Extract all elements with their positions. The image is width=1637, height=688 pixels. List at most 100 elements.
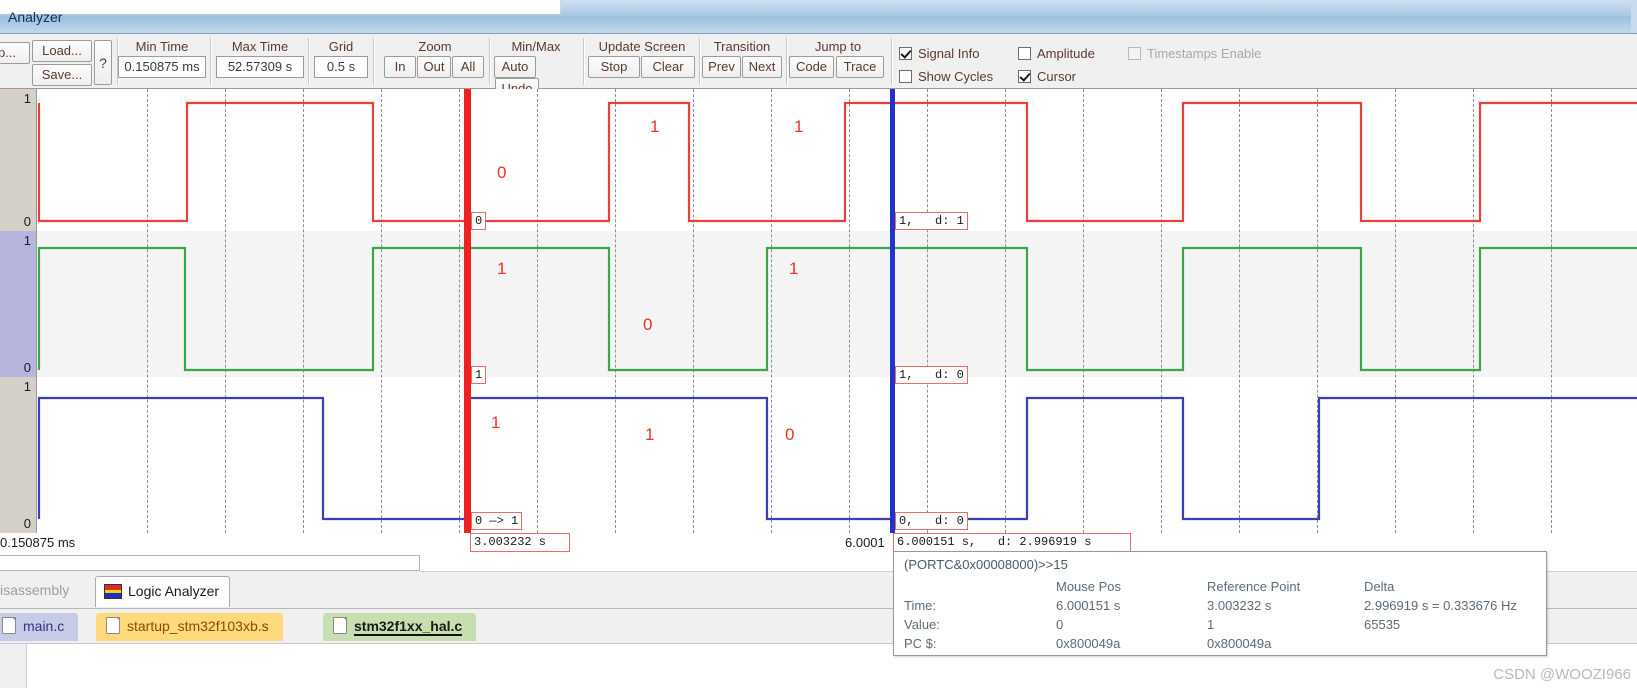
info-row-pc: PC $: 0x800049a 0x800049a <box>904 634 1538 653</box>
jump-to-group: Jump to Code Trace <box>789 38 887 78</box>
transition-prev-button[interactable]: Prev <box>702 56 741 78</box>
cursor-checkbox-box[interactable] <box>1018 70 1031 83</box>
minmax-label: Min/Max <box>511 39 561 54</box>
editor-gutter <box>0 644 27 688</box>
info-row-time-label: Time: <box>904 598 937 613</box>
annotation-red-0: 0 <box>497 163 507 182</box>
document-icon <box>106 617 120 634</box>
zoom-in-button[interactable]: In <box>384 56 416 78</box>
signal-info-checkbox[interactable]: Signal Info <box>899 46 979 61</box>
signal-info-panel: (PORTC&0x00008000)>>15 Mouse Pos Referen… <box>893 551 1547 656</box>
info-header-delta: Delta <box>1364 579 1395 594</box>
jump-to-label: Jump to <box>814 39 862 54</box>
amplitude-label: Amplitude <box>1037 46 1095 61</box>
time-axis-mouse-short-label: 6.0001 <box>845 535 885 550</box>
cursor-checkbox[interactable]: Cursor <box>1018 69 1076 84</box>
show-cycles-checkbox-box[interactable] <box>899 70 912 83</box>
axis-label-high-green: 1 <box>23 233 31 248</box>
min-time-label: Min Time <box>135 39 189 54</box>
trace-channel-blue <box>37 396 1637 521</box>
tab-logic-analyzer-label: Logic Analyzer <box>128 583 220 599</box>
file-tab-hal-c-label: stm32f1xx_hal.c <box>354 618 463 636</box>
grid-label: Grid <box>328 39 354 54</box>
info-row-value-mouse: 0 <box>1056 617 1064 632</box>
zoom-out-button[interactable]: Out <box>417 56 451 78</box>
cursor-mouse-line[interactable] <box>890 89 895 533</box>
jump-trace-button[interactable]: Trace <box>836 56 884 78</box>
amplitude-checkbox[interactable]: Amplitude <box>1018 46 1095 61</box>
tab-logic-analyzer[interactable]: Logic Analyzer <box>95 576 231 607</box>
axis-label-low-red: 0 <box>23 214 31 229</box>
lane-gutter-blue[interactable]: 1 0 <box>0 377 37 533</box>
update-screen-group: Update Screen Stop Clear <box>588 38 696 78</box>
save-button[interactable]: Save... <box>32 64 92 86</box>
info-row-time: Time: 6.000151 s 3.003232 s 2.996919 s =… <box>904 596 1538 615</box>
analyzer-toolbar: p... Load... Save... ? Min Time 0.150875… <box>0 34 1637 100</box>
file-tab-startup-s[interactable]: startup_stm32f103xb.s <box>96 613 283 641</box>
help-button[interactable]: ? <box>94 40 112 85</box>
info-row-value: Value: 0 1 65535 <box>904 615 1538 634</box>
lane-gutter-red[interactable]: 1 0 <box>0 89 37 231</box>
annotation-blue-0: 1 <box>491 413 501 432</box>
signal-info-label: Signal Info <box>918 46 980 61</box>
zoom-label: Zoom <box>418 39 452 54</box>
time-axis-mouse-box: 6.000151 s, d: 2.996919 s <box>893 533 1131 552</box>
file-tab-main-c-label: main.c <box>23 618 65 634</box>
titlebar-white-cap <box>0 0 561 14</box>
zoom-group: Zoom In Out All <box>384 38 486 78</box>
transition-next-button[interactable]: Next <box>742 56 782 78</box>
max-time-label: Max Time <box>231 39 289 54</box>
file-tab-startup-s-label: startup_stm32f103xb.s <box>127 618 269 634</box>
waveform-canvas[interactable]: 0 1 1 1 0 1 1 1 0 0 1 0 —> 1 1, d: 1 1, … <box>37 89 1637 533</box>
update-stop-button[interactable]: Stop <box>588 56 640 78</box>
document-icon <box>2 617 16 634</box>
minmax-auto-button[interactable]: Auto <box>494 56 536 78</box>
min-time-field[interactable]: 0.150875 ms <box>118 56 206 78</box>
axis-label-high-red: 1 <box>23 91 31 106</box>
time-axis-min-label: 0.150875 ms <box>0 535 76 550</box>
annotation-red-1: 1 <box>650 117 660 136</box>
tab-disassembly[interactable]: isassembly <box>0 576 77 607</box>
signal-info-checkbox-box[interactable] <box>899 47 912 60</box>
tab-disassembly-label: isassembly <box>0 582 70 598</box>
update-screen-label: Update Screen <box>598 39 686 54</box>
lane-gutter-green[interactable]: 1 0 <box>0 231 37 377</box>
jump-code-button[interactable]: Code <box>789 56 834 78</box>
min-time-group: Min Time 0.150875 ms <box>118 38 206 78</box>
update-clear-button[interactable]: Clear <box>641 56 695 78</box>
info-row-value-reference: 1 <box>1207 617 1215 632</box>
info-row-pc-reference: 0x800049a <box>1207 636 1272 651</box>
setup-button-group: p... <box>0 42 30 64</box>
file-tab-hal-c[interactable]: stm32f1xx_hal.c <box>323 613 477 641</box>
tag-red-at-reference: 0 <box>471 212 487 230</box>
axis-label-low-blue: 0 <box>23 516 31 531</box>
window-title: Analyzer <box>8 9 63 25</box>
cursor-label: Cursor <box>1037 69 1077 84</box>
info-row-time-mouse: 6.000151 s <box>1056 598 1121 613</box>
timestamps-enable-checkbox: Timestamps Enable <box>1128 46 1261 61</box>
info-header-row: Mouse Pos Reference Point Delta <box>904 577 1538 596</box>
grid-field[interactable]: 0.5 s <box>314 56 368 78</box>
transition-label: Transition <box>713 39 771 54</box>
max-time-field[interactable]: 52.57309 s <box>216 56 304 78</box>
waveform-plot[interactable]: 1 0 1 0 1 0 0 1 1 1 0 1 1 1 0 0 1 0 —> 1… <box>0 89 1637 534</box>
grid-group: Grid 0.5 s <box>314 38 368 78</box>
timestamps-enable-checkbox-box <box>1128 47 1141 60</box>
amplitude-checkbox-box[interactable] <box>1018 47 1031 60</box>
zoom-all-button[interactable]: All <box>452 56 484 78</box>
window-titlebar: Analyzer <box>0 0 1637 34</box>
load-button[interactable]: Load... <box>32 40 92 62</box>
watermark: CSDN @WOOZI966 <box>1493 666 1631 683</box>
annotation-green-0: 1 <box>497 259 507 278</box>
tag-green-at-reference: 1 <box>471 366 487 384</box>
transition-group: Transition Prev Next <box>702 38 782 78</box>
cursor-reference-line[interactable] <box>464 89 471 533</box>
horizontal-scrollbar[interactable] <box>0 555 420 571</box>
trace-channel-red <box>37 101 1637 223</box>
show-cycles-checkbox[interactable]: Show Cycles <box>899 69 993 84</box>
annotation-blue-1: 1 <box>645 425 655 444</box>
timestamps-enable-label: Timestamps Enable <box>1147 46 1262 61</box>
time-axis-reference-box: 3.003232 s <box>470 533 570 552</box>
setup-button[interactable]: p... <box>0 42 30 64</box>
file-tab-main-c[interactable]: main.c <box>0 613 79 641</box>
